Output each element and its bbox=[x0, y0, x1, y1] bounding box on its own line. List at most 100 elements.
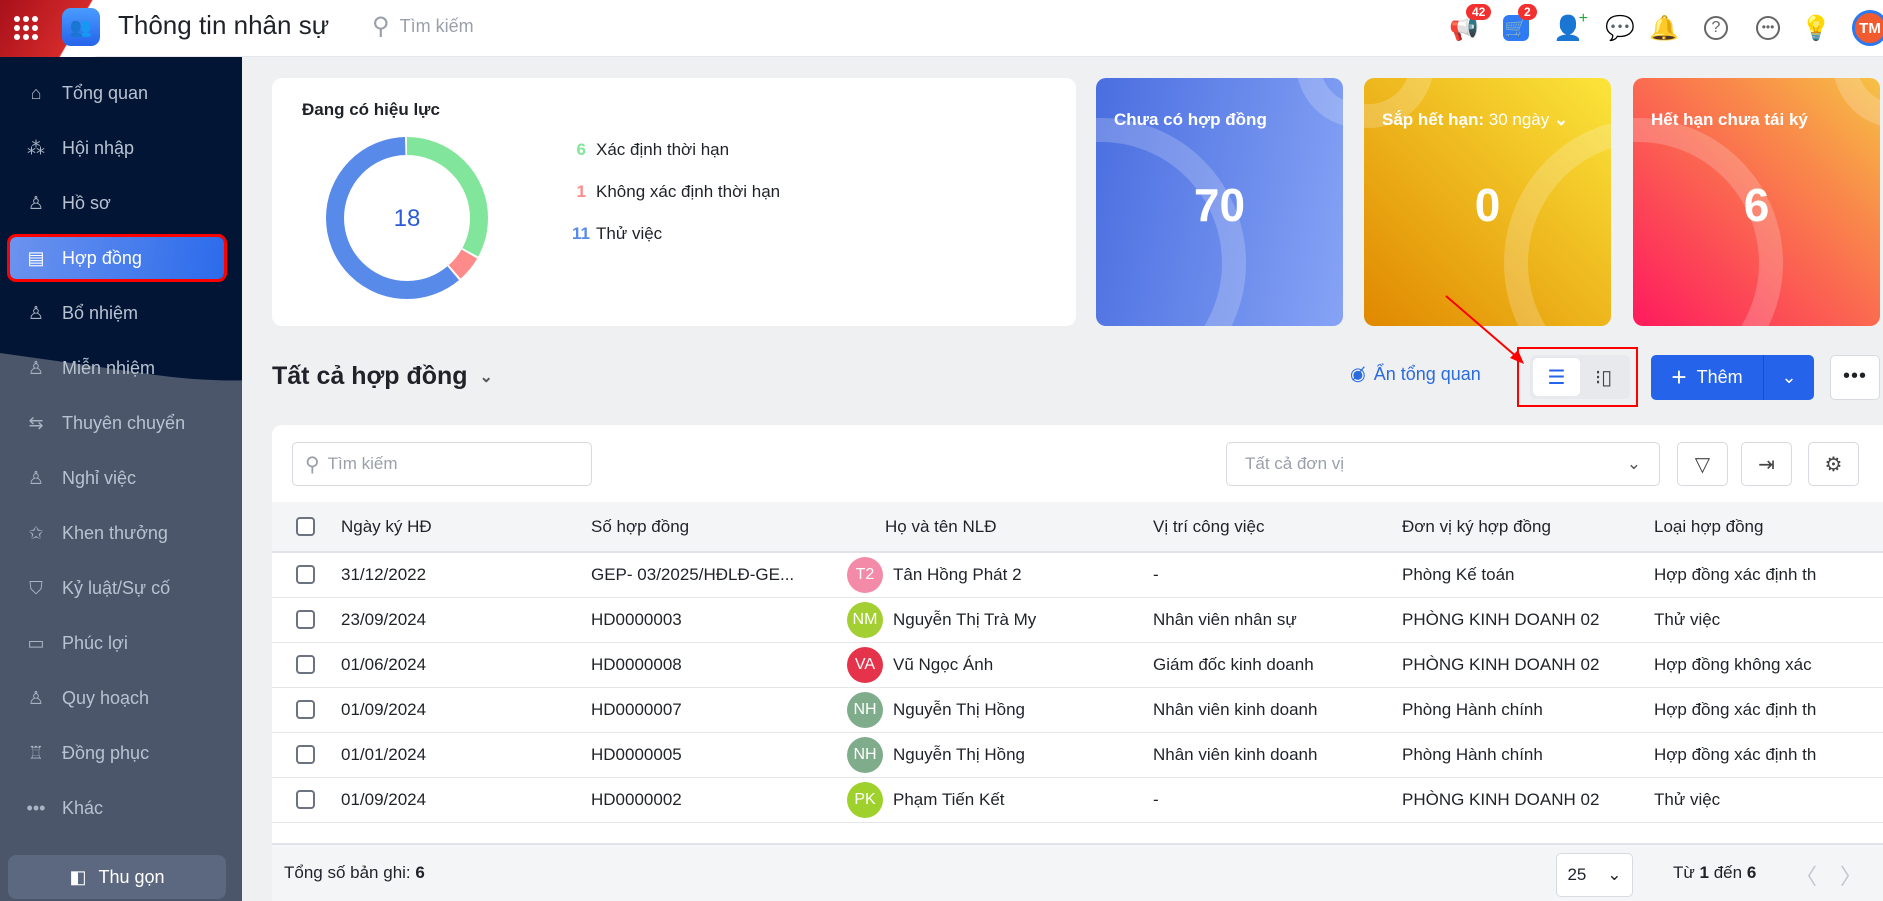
job-position: Nhân viên kinh doanh bbox=[1153, 745, 1318, 764]
range-from: 1 bbox=[1699, 863, 1709, 882]
row-checkbox[interactable] bbox=[296, 655, 315, 674]
column-header[interactable]: ⚲Họ và tên NLĐ bbox=[885, 502, 997, 551]
expiry-period-select[interactable]: 30 ngày bbox=[1489, 110, 1550, 129]
sidebar-item-icon: ♙ bbox=[27, 192, 45, 213]
sidebar-item-label: Thuyên chuyển bbox=[62, 412, 186, 433]
row-checkbox[interactable] bbox=[296, 610, 315, 629]
contract-number[interactable]: HD0000002 bbox=[591, 778, 682, 822]
contract-number[interactable]: HD0000008 bbox=[591, 643, 682, 687]
sidebar-item-icon: ♙ bbox=[27, 357, 45, 378]
page-size-select[interactable]: 25 ⌄ bbox=[1556, 853, 1633, 897]
row-checkbox[interactable] bbox=[296, 565, 315, 584]
legend-value: 11 bbox=[572, 224, 590, 243]
sidebar-item-13[interactable]: ••• Khác bbox=[10, 787, 224, 829]
sidebar-item-10[interactable]: ▭ Phúc lợi bbox=[10, 622, 224, 664]
table-search-input[interactable]: ⚲ Tìm kiếm bbox=[292, 442, 592, 486]
global-search[interactable]: ⚲ Tìm kiếm bbox=[372, 12, 474, 41]
employee-name[interactable]: Phạm Tiến Kết bbox=[893, 790, 1005, 810]
view-mode-toggle: ☰ ⁝▯ bbox=[1530, 355, 1630, 399]
user-avatar[interactable]: TM bbox=[1852, 10, 1883, 46]
sidebar-item-label: Khen thưởng bbox=[62, 522, 168, 543]
announcement-icon[interactable]: 📢 42 bbox=[1448, 4, 1492, 44]
table-row[interactable]: 31/12/2022 GEP- 03/2025/HĐLĐ-GE... T2 Tân… bbox=[272, 553, 1883, 598]
filter-button[interactable]: ▽ bbox=[1677, 442, 1728, 486]
collapse-sidebar-button[interactable]: ◧ Thu gọn bbox=[8, 855, 226, 899]
sidebar: ⌂ Tổng quan ⁂ Hội nhập ♙ Hồ sơ ▤ Hợp đồng ♙ Bổ nh… bbox=[0, 57, 242, 901]
column-header[interactable]: Vị trí công việc bbox=[1153, 502, 1265, 551]
employee-name[interactable]: Nguyễn Thị Hồng bbox=[893, 745, 1025, 765]
row-checkbox[interactable] bbox=[296, 700, 315, 719]
add-user-icon[interactable]: 👤 + bbox=[1552, 10, 1588, 44]
sidebar-item-6[interactable]: ⇆ Thuyên chuyển bbox=[10, 402, 224, 444]
list-view-icon[interactable]: ☰ bbox=[1533, 358, 1580, 396]
table-row[interactable]: 23/09/2024 HD0000003 NM Nguyễn Thị Trà My… bbox=[272, 598, 1883, 643]
sidebar-item-3[interactable]: ▤ Hợp đồng bbox=[7, 234, 227, 282]
job-position: Giám đốc kinh doanh bbox=[1153, 655, 1314, 674]
row-checkbox[interactable] bbox=[296, 745, 315, 764]
contract-number[interactable]: HD0000005 bbox=[591, 733, 682, 777]
more-apps-icon[interactable]: ••• bbox=[1752, 12, 1784, 44]
sidebar-item-1[interactable]: ⁂ Hội nhập bbox=[10, 127, 224, 169]
unit-filter-select[interactable]: Tất cả đơn vị ⌄ bbox=[1226, 442, 1660, 486]
stat-card-no-contract[interactable]: Chưa có hợp đồng 70 bbox=[1096, 78, 1343, 326]
bell-icon[interactable]: 🔔 bbox=[1648, 12, 1680, 44]
sidebar-item-0[interactable]: ⌂ Tổng quan bbox=[10, 72, 224, 114]
legend-value: 1 bbox=[576, 182, 586, 201]
cart-icon[interactable]: 🛒 2 bbox=[1500, 4, 1537, 44]
apps-grid-icon[interactable] bbox=[14, 16, 38, 40]
employee-name[interactable]: Tân Hồng Phát 2 bbox=[893, 565, 1022, 585]
sidebar-item-icon: ♙ bbox=[27, 302, 45, 323]
page-size-value: 25 bbox=[1567, 865, 1587, 884]
contract-type: Hợp đồng không xác bbox=[1654, 655, 1812, 674]
more-options-button[interactable]: ••• bbox=[1830, 355, 1880, 400]
sidebar-item-icon: ▤ bbox=[27, 247, 45, 268]
sidebar-item-5[interactable]: ♙ Miễn nhiệm bbox=[10, 347, 224, 389]
contract-number[interactable]: GEP- 03/2025/HĐLĐ-GE... bbox=[591, 553, 794, 597]
column-header[interactable]: Số hợp đồng bbox=[591, 502, 689, 551]
sidebar-item-4[interactable]: ♙ Bổ nhiệm bbox=[10, 292, 224, 334]
column-header[interactable]: Loại hợp đồng bbox=[1654, 502, 1763, 551]
table-row[interactable]: 01/09/2024 HD0000007 NH Nguyễn Thị Hồng N… bbox=[272, 688, 1883, 733]
sidebar-item-9[interactable]: ⛉ Kỷ luật/Sự cố bbox=[10, 567, 224, 609]
column-header[interactable]: Ngày ký HĐ bbox=[341, 502, 432, 551]
sidebar-item-icon: ▭ bbox=[27, 632, 45, 653]
summary-title: Đang có hiệu lực bbox=[302, 100, 440, 119]
table-row[interactable]: 01/06/2024 HD0000008 VA Vũ Ngọc Ánh Giám … bbox=[272, 643, 1883, 688]
add-button[interactable]: + Thêm ⌄ bbox=[1651, 355, 1814, 400]
table-row[interactable]: 01/09/2024 HD0000002 PK Phạm Tiến Kết - P… bbox=[272, 778, 1883, 823]
row-checkbox[interactable] bbox=[296, 790, 315, 809]
chat-icon[interactable]: 💬 bbox=[1604, 12, 1636, 44]
sidebar-item-label: Khác bbox=[62, 797, 104, 818]
idea-book-icon[interactable]: 💡 bbox=[1800, 12, 1832, 44]
list-view-selector[interactable]: Tất cả hợp đồng ⌄ bbox=[272, 362, 493, 391]
stat-value: 0 bbox=[1474, 179, 1501, 231]
sidebar-item-8[interactable]: ✩ Khen thưởng bbox=[10, 512, 224, 554]
contract-number[interactable]: HD0000007 bbox=[591, 688, 682, 732]
export-button[interactable]: ⇥ bbox=[1741, 442, 1792, 486]
help-icon[interactable]: ? bbox=[1700, 12, 1732, 44]
chevron-down-icon[interactable]: ⌄ bbox=[1554, 110, 1568, 129]
stat-card-expired[interactable]: Hết hạn chưa tái ký 6 bbox=[1633, 78, 1880, 326]
sidebar-item-11[interactable]: ♙ Quy hoạch bbox=[10, 677, 224, 719]
select-all-checkbox[interactable] bbox=[296, 516, 315, 536]
employee-name[interactable]: Nguyễn Thị Trà My bbox=[893, 610, 1036, 630]
add-dropdown-chevron-icon[interactable]: ⌄ bbox=[1764, 367, 1814, 388]
contract-number[interactable]: HD0000003 bbox=[591, 598, 682, 642]
sidebar-item-2[interactable]: ♙ Hồ sơ bbox=[10, 182, 224, 224]
split-view-icon[interactable]: ⁝▯ bbox=[1580, 358, 1627, 396]
column-header[interactable]: Đơn vị ký hợp đồng bbox=[1402, 502, 1551, 551]
prev-page-icon[interactable]: 〈 bbox=[1795, 859, 1817, 891]
sign-date: 23/09/2024 bbox=[341, 610, 427, 629]
job-position: - bbox=[1153, 565, 1159, 584]
employee-name[interactable]: Vũ Ngọc Ánh bbox=[893, 655, 993, 675]
stat-card-expiring[interactable]: Sắp hết hạn: 30 ngày ⌄ 0 bbox=[1364, 78, 1611, 326]
employee-name[interactable]: Nguyễn Thị Hồng bbox=[893, 700, 1025, 720]
settings-button[interactable]: ⚙ bbox=[1808, 442, 1859, 486]
table-header: Ngày ký HĐ Số hợp đồng ⚲Họ và tên NLĐ Vị tr… bbox=[272, 502, 1883, 553]
contract-type: Thử việc bbox=[1654, 790, 1721, 809]
sidebar-item-7[interactable]: ♙ Nghỉ việc bbox=[10, 457, 224, 499]
collapse-label: Thu gọn bbox=[98, 866, 165, 887]
sidebar-item-12[interactable]: ♖ Đồng phục bbox=[10, 732, 224, 774]
next-page-icon[interactable]: 〉 bbox=[1840, 859, 1862, 891]
table-row[interactable]: 01/01/2024 HD0000005 NH Nguyễn Thị Hồng N… bbox=[272, 733, 1883, 778]
